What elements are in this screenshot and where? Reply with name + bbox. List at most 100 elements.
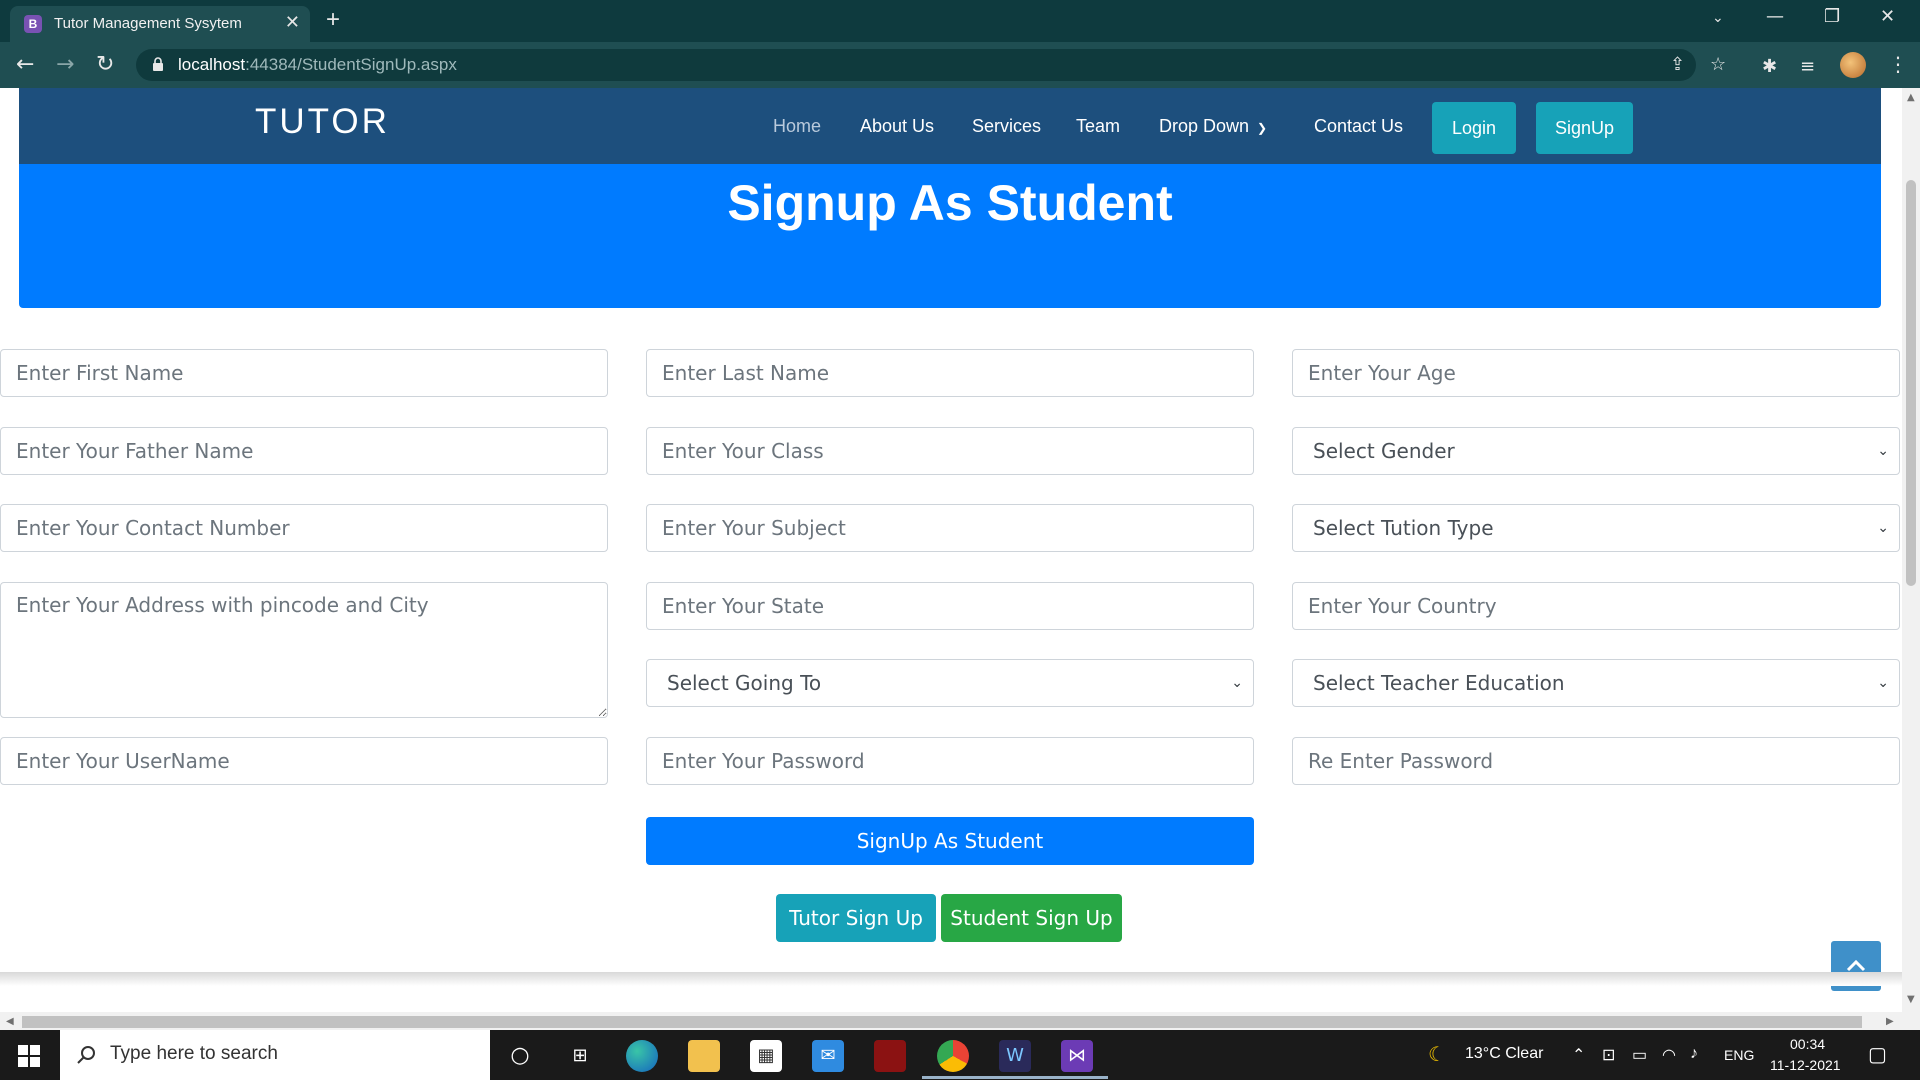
notifications-icon[interactable]: ▢ (1868, 1042, 1887, 1067)
signup-button[interactable]: SignUp (1536, 102, 1633, 154)
last-name-input[interactable] (646, 349, 1254, 397)
taskbar-search-box[interactable]: Type here to search (60, 1030, 490, 1080)
clock-date[interactable]: 11-12-2021 (1770, 1057, 1841, 1073)
clock-time[interactable]: 00:34 (1790, 1036, 1825, 1052)
back-icon[interactable]: ← (16, 52, 34, 77)
reading-list-icon[interactable]: ≡ (1800, 56, 1815, 77)
close-tab-icon[interactable]: ✕ (285, 12, 300, 33)
chevron-down-icon: ⌄ (1231, 675, 1243, 691)
vertical-scrollbar[interactable]: ▲ ▼ (1902, 88, 1920, 1012)
page-bottom-shadow (0, 972, 1902, 986)
scroll-down-arrow-icon[interactable]: ▼ (1907, 994, 1915, 1005)
tution-type-select-value: Select Tution Type (1313, 516, 1494, 540)
lock-icon (153, 57, 163, 71)
chevron-down-icon: ⌄ (1877, 675, 1889, 691)
windows-taskbar: Type here to search ○ ⊞ ▦ ✉ W ⋈ ☾ 13°C C… (0, 1030, 1920, 1080)
task-view-icon[interactable]: ⊞ (564, 1040, 596, 1072)
student-sign-up-button[interactable]: Student Sign Up (941, 894, 1122, 942)
chrome-active-indicator (922, 1076, 984, 1079)
battery-icon[interactable]: ▭ (1632, 1045, 1647, 1065)
horizontal-scrollbar[interactable]: ◀ ▶ (0, 1012, 1920, 1030)
page-viewport: TUTOR Home About Us Services Team Drop D… (0, 88, 1902, 1012)
mail-icon[interactable]: ✉ (812, 1040, 844, 1072)
nav-team[interactable]: Team (1076, 116, 1120, 137)
bookmark-star-icon[interactable]: ☆ (1710, 54, 1726, 75)
nav-services[interactable]: Services (972, 116, 1041, 137)
microsoft-store-icon[interactable]: ▦ (750, 1040, 782, 1072)
first-name-input[interactable] (0, 349, 608, 397)
nav-home[interactable]: Home (773, 116, 821, 137)
bootstrap-favicon-icon: B (24, 15, 42, 33)
search-icon (77, 1046, 95, 1064)
site-brand[interactable]: TUTOR (255, 102, 390, 142)
site-navbar: TUTOR Home About Us Services Team Drop D… (19, 88, 1881, 164)
class-input[interactable] (646, 427, 1254, 475)
browser-tab[interactable]: B Tutor Management Sysytem ✕ (10, 6, 310, 42)
show-hidden-icons-icon[interactable]: ⌃ (1572, 1045, 1585, 1065)
minimize-icon[interactable]: — (1766, 6, 1784, 27)
re-enter-password-input[interactable] (1292, 737, 1900, 785)
webex-icon[interactable]: W (999, 1040, 1031, 1072)
tutor-sign-up-button[interactable]: Tutor Sign Up (776, 894, 936, 942)
nav-contact-us[interactable]: Contact Us (1314, 116, 1403, 137)
address-bar[interactable]: localhost:44384/StudentSignUp.aspx ⇪ ☆ (136, 49, 1726, 81)
going-to-select-value: Select Going To (667, 671, 822, 695)
subject-input[interactable] (646, 504, 1254, 552)
tab-search-icon[interactable]: ⌄ (1712, 10, 1724, 26)
chrome-icon[interactable] (937, 1040, 969, 1072)
gender-select-value: Select Gender (1313, 439, 1455, 463)
vertical-scroll-thumb[interactable] (1906, 180, 1916, 586)
extensions-puzzle-icon[interactable]: ✱ (1762, 56, 1777, 77)
webex-active-indicator (984, 1076, 1046, 1079)
wifi-icon[interactable]: ◠ (1662, 1045, 1676, 1065)
visual-studio-active-indicator (1046, 1076, 1108, 1079)
state-input[interactable] (646, 582, 1254, 630)
horizontal-scroll-thumb[interactable] (22, 1016, 1862, 1028)
new-tab-icon[interactable]: + (326, 6, 340, 34)
taskbar-search-placeholder: Type here to search (110, 1043, 278, 1064)
meet-now-icon[interactable]: ⊡ (1602, 1045, 1615, 1065)
close-window-icon[interactable]: ✕ (1880, 6, 1895, 27)
chevron-down-icon: ❯ (1257, 121, 1268, 135)
moon-weather-icon: ☾ (1428, 1044, 1446, 1066)
forward-icon[interactable]: → (56, 52, 74, 77)
edge-browser-icon[interactable] (626, 1040, 658, 1072)
browser-tab-bar: B Tutor Management Sysytem ✕ + ⌄ — ❐ ✕ (0, 0, 1920, 42)
red-app-icon[interactable] (874, 1040, 906, 1072)
age-input[interactable] (1292, 349, 1900, 397)
browser-toolbar: ← → ↻ localhost:44384/StudentSignUp.aspx… (0, 42, 1920, 88)
url-text: localhost:44384/StudentSignUp.aspx (178, 55, 457, 74)
scroll-up-arrow-icon[interactable]: ▲ (1907, 92, 1915, 103)
share-icon[interactable]: ⇪ (1670, 54, 1685, 75)
page-title: Signup As Student (727, 175, 1173, 231)
file-explorer-icon[interactable] (688, 1040, 720, 1072)
chevron-down-icon: ⌄ (1877, 443, 1889, 459)
gender-select[interactable]: Select Gender ⌄ (1292, 427, 1900, 475)
country-input[interactable] (1292, 582, 1900, 630)
going-to-select[interactable]: Select Going To ⌄ (646, 659, 1254, 707)
profile-avatar[interactable] (1840, 52, 1866, 78)
teacher-education-select-value: Select Teacher Education (1313, 671, 1565, 695)
visual-studio-icon[interactable]: ⋈ (1061, 1040, 1093, 1072)
signup-as-student-button[interactable]: SignUp As Student (646, 817, 1254, 865)
windows-start-icon[interactable] (18, 1045, 40, 1067)
reload-icon[interactable]: ↻ (96, 52, 114, 77)
password-input[interactable] (646, 737, 1254, 785)
volume-icon[interactable]: ♪ (1690, 1045, 1698, 1063)
weather-text[interactable]: 13°C Clear (1465, 1045, 1543, 1063)
username-input[interactable] (0, 737, 608, 785)
tution-type-select[interactable]: Select Tution Type ⌄ (1292, 504, 1900, 552)
nav-drop-down[interactable]: Drop Down ❯ (1159, 116, 1267, 137)
nav-about-us[interactable]: About Us (860, 116, 934, 137)
father-name-input[interactable] (0, 427, 608, 475)
teacher-education-select[interactable]: Select Teacher Education ⌄ (1292, 659, 1900, 707)
cortana-icon[interactable]: ○ (504, 1040, 536, 1072)
scroll-right-arrow-icon[interactable]: ▶ (1886, 1016, 1894, 1027)
scroll-left-arrow-icon[interactable]: ◀ (6, 1016, 14, 1027)
restore-icon[interactable]: ❐ (1824, 6, 1840, 27)
contact-number-input[interactable] (0, 504, 608, 552)
login-button[interactable]: Login (1432, 102, 1516, 154)
address-textarea[interactable] (0, 582, 608, 718)
browser-menu-icon[interactable]: ⋮ (1888, 52, 1908, 76)
language-indicator[interactable]: ENG (1724, 1047, 1754, 1063)
